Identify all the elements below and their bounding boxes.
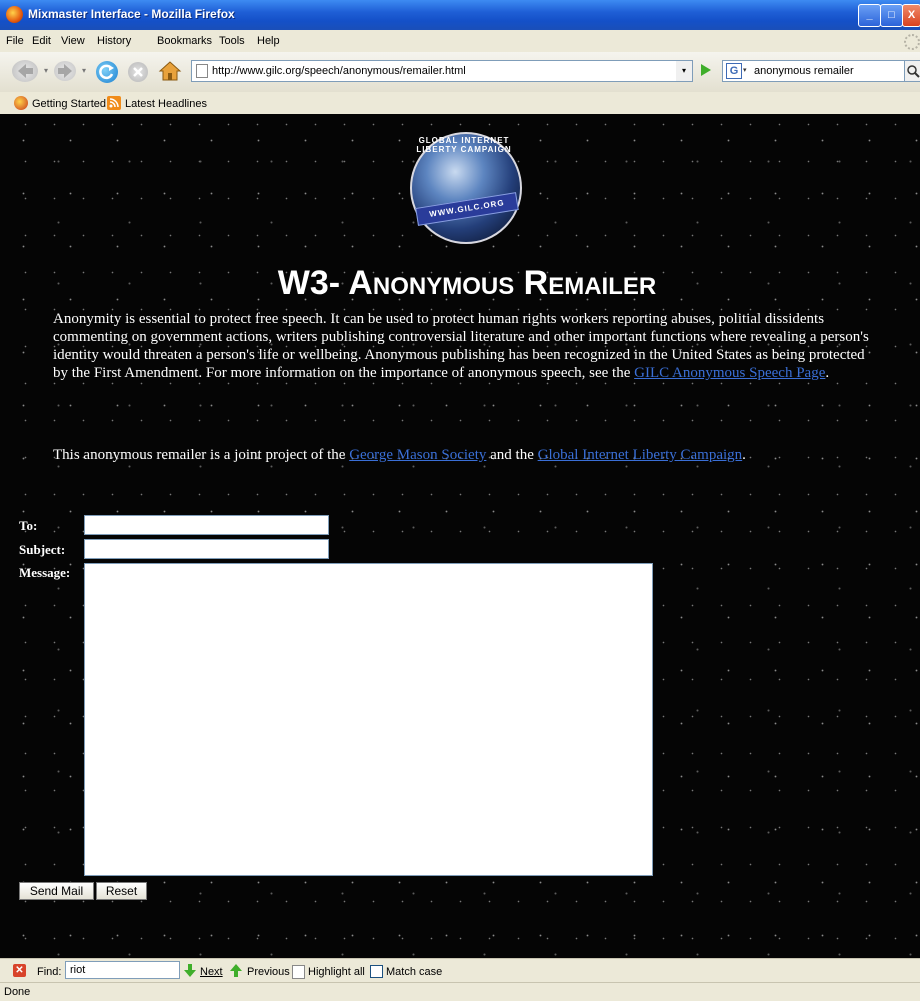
page-content: GLOBAL INTERNET LIBERTY CAMPAIGN WWW.GIL… [0,114,920,958]
stop-button[interactable] [128,62,148,82]
maximize-button[interactable]: □ [880,4,903,27]
find-label: Find: [37,966,62,978]
url-text: http://www.gilc.org/speech/anonymous/rem… [212,65,466,77]
search-button[interactable] [904,60,920,82]
stop-icon [133,67,143,77]
project-text: This anonymous remailer is a joint proje… [53,447,350,463]
to-field[interactable] [84,515,329,535]
back-arrow-icon [18,64,33,78]
magnifier-icon [907,65,920,78]
reset-button[interactable]: Reset [96,882,147,900]
message-textarea[interactable] [84,563,653,876]
previous-arrow-icon [230,964,242,978]
go-button[interactable] [697,62,713,78]
back-dropdown-icon[interactable]: ▾ [44,66,48,75]
firefox-icon [14,96,28,110]
minimize-button[interactable]: _ [858,4,881,27]
throbber-icon [904,34,920,50]
send-mail-button[interactable]: Send Mail [19,882,94,900]
menu-help[interactable]: Help [257,35,280,47]
match-case-label[interactable]: Match case [386,966,442,978]
logo-ring-text: GLOBAL INTERNET LIBERTY CAMPAIGN [416,136,512,154]
find-input[interactable]: riot [65,961,180,979]
highlight-icon [292,965,305,979]
google-search-engine-icon[interactable]: G [726,63,742,79]
menu-history[interactable]: History [97,35,131,47]
to-label: To: [19,518,38,533]
gilc-anonymous-speech-link[interactable]: GILC Anonymous Speech Page [634,365,825,381]
page-title: W3- Anonymous Remailer [277,264,657,302]
back-button[interactable] [12,60,38,82]
project-paragraph: This anonymous remailer is a joint proje… [53,446,883,464]
home-icon [158,61,182,81]
menu-view[interactable]: View [61,35,85,47]
subject-field[interactable] [84,539,329,559]
window-title-bar[interactable]: Mixmaster Interface - Mozilla Firefox _ … [0,0,920,30]
menu-file[interactable]: File [6,35,24,47]
george-mason-society-link[interactable]: George Mason Society [349,447,486,463]
search-engine-dropdown-icon[interactable]: ▾ [743,66,747,74]
close-find-bar-icon[interactable]: ✕ [13,964,26,977]
status-text: Done [4,986,31,998]
window-title: Mixmaster Interface - Mozilla Firefox [28,7,235,21]
global-internet-liberty-campaign-link[interactable]: Global Internet Liberty Campaign [538,447,743,463]
match-case-checkbox[interactable] [370,965,383,978]
menu-tools[interactable]: Tools [219,35,245,47]
intro-paragraph: Anonymity is essential to protect free s… [53,310,883,382]
home-button[interactable] [158,60,182,82]
forward-arrow-icon [58,64,72,78]
status-bar: Done [0,982,920,1001]
reload-button[interactable] [96,61,118,83]
bookmark-latest-headlines[interactable]: Latest Headlines [125,98,207,110]
url-bar[interactable]: http://www.gilc.org/speech/anonymous/rem… [191,60,693,82]
next-arrow-icon [184,964,196,978]
rss-icon [107,96,121,110]
bookmarks-toolbar: Getting Started Latest Headlines [0,92,920,115]
forward-button[interactable] [54,61,76,81]
highlight-all-button[interactable]: Highlight all [308,966,365,978]
find-input-text: riot [70,964,86,976]
bookmark-getting-started[interactable]: Getting Started [32,98,106,110]
intro-end: . [825,365,830,381]
project-end: . [742,447,746,463]
firefox-icon [6,6,23,23]
subject-label: Subject: [19,542,66,557]
find-next-button[interactable]: Next [200,966,223,978]
forward-dropdown-icon[interactable]: ▾ [82,66,86,75]
project-mid: and the [486,447,538,463]
page-icon [196,64,208,78]
menu-bookmarks[interactable]: Bookmarks [157,35,212,47]
menu-edit[interactable]: Edit [32,35,51,47]
close-button[interactable]: X [902,4,920,27]
message-label: Message: [19,565,71,580]
menu-bar: File Edit View History Bookmarks Tools H… [0,30,920,53]
search-text: anonymous remailer [754,65,854,77]
reload-icon [99,64,114,80]
search-bar[interactable]: G ▾ anonymous remailer [722,60,906,82]
url-dropdown-icon[interactable]: ▾ [676,60,693,82]
find-previous-button[interactable]: Previous [247,966,290,978]
go-arrow-icon [701,64,711,76]
